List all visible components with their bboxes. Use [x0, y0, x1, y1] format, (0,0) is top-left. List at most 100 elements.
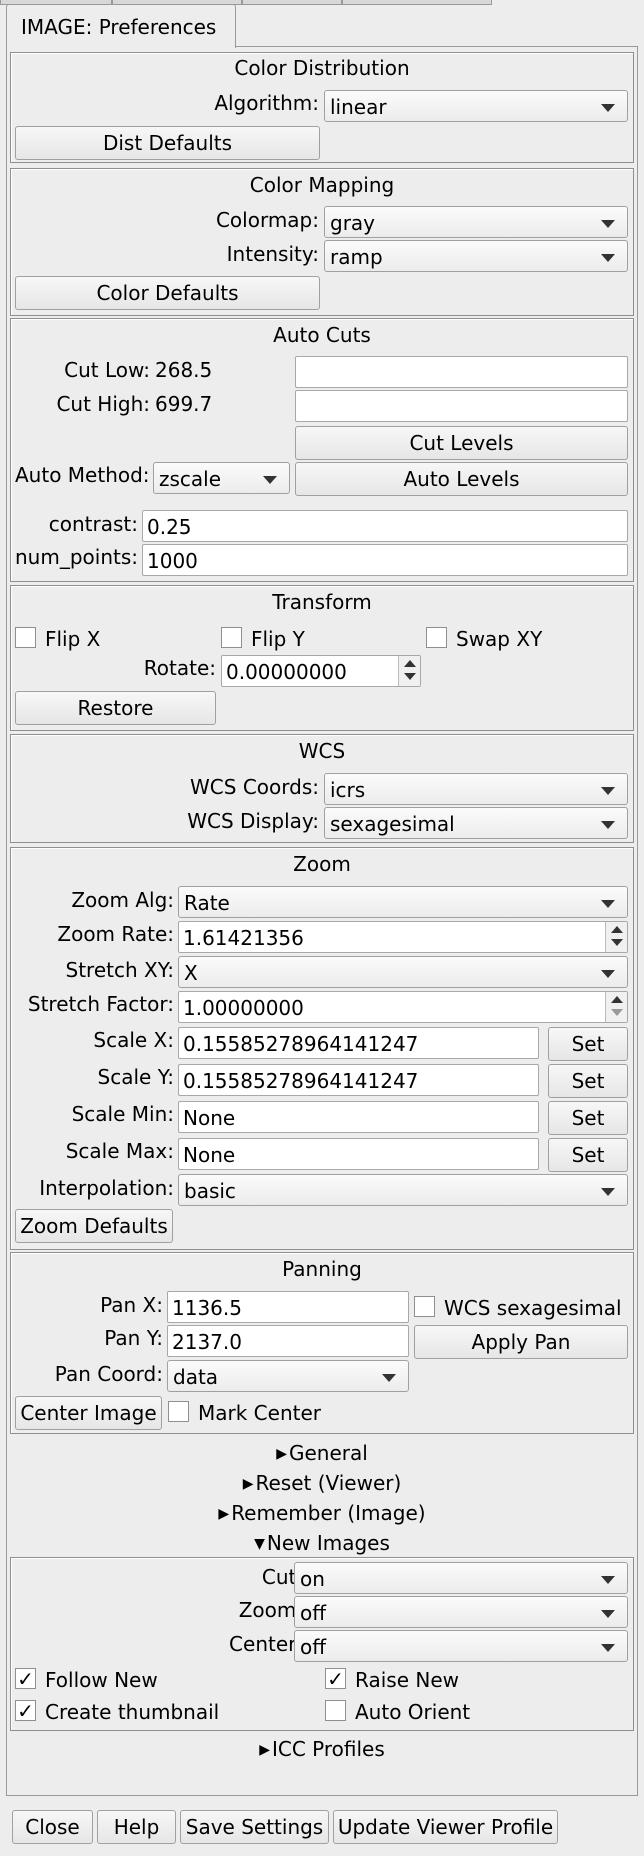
save-settings-button[interactable]: Save Settings — [180, 1810, 329, 1844]
pan-y-label: Pan Y: — [104, 1326, 163, 1350]
scale-max-value: None — [183, 1143, 236, 1167]
interpolation-value: basic — [184, 1179, 236, 1203]
help-button[interactable]: Help — [97, 1810, 176, 1844]
expander-right-icon: ▶ — [276, 1446, 287, 1462]
chevron-down-icon — [601, 970, 615, 978]
algorithm-select[interactable]: linear — [324, 90, 628, 122]
pan-x-input[interactable]: 1136.5 — [167, 1291, 409, 1323]
pan-coord-value: data — [173, 1365, 219, 1389]
contrast-input[interactable]: 0.25 — [142, 510, 628, 542]
swap-xy-checkbox[interactable] — [426, 627, 447, 648]
auto-orient-checkbox[interactable] — [325, 1700, 346, 1721]
tab-image-preferences[interactable]: IMAGE: Preferences — [6, 4, 236, 48]
center-new-value: off — [300, 1635, 327, 1659]
set-scale-max-button[interactable]: Set — [548, 1138, 628, 1172]
algorithm-value: linear — [330, 95, 387, 119]
wcs-title: WCS — [298, 739, 346, 763]
rotate-value: 0.00000000 — [226, 660, 347, 684]
scale-max-input[interactable]: None — [178, 1138, 539, 1170]
raise-new-checkbox[interactable]: ✓ — [325, 1668, 346, 1689]
zoom-alg-value: Rate — [184, 891, 230, 915]
apply-pan-button[interactable]: Apply Pan — [414, 1325, 628, 1359]
wcs-coords-select[interactable]: icrs — [324, 773, 628, 805]
expander-down-icon: ▼ — [254, 1536, 265, 1552]
scale-x-input[interactable]: 0.15585278964141247 — [178, 1027, 539, 1059]
transform-title: Transform — [272, 590, 372, 614]
center-image-button[interactable]: Center Image — [15, 1396, 162, 1430]
cut-low-input[interactable] — [295, 356, 628, 388]
auto-cuts-title: Auto Cuts — [273, 323, 371, 347]
flip-y-checkbox[interactable] — [221, 627, 242, 648]
rotate-spinbox[interactable]: 0.00000000 — [221, 655, 421, 687]
general-expander[interactable]: ▶ General — [10, 1441, 634, 1465]
wcs-sexagesimal-checkbox[interactable] — [414, 1296, 435, 1317]
flip-y-label: Flip Y — [251, 627, 305, 651]
pan-coord-select[interactable]: data — [167, 1360, 409, 1392]
create-thumbnail-label: Create thumbnail — [45, 1700, 220, 1724]
restore-button[interactable]: Restore — [15, 691, 216, 725]
spin-arrows-icon[interactable] — [605, 922, 627, 952]
zoom-rate-spinbox[interactable]: 1.61421356 — [178, 921, 628, 953]
flip-x-checkbox[interactable] — [15, 627, 36, 648]
cut-levels-button[interactable]: Cut Levels — [295, 426, 628, 460]
tab-strip: IMAGE: Preferences — [0, 0, 644, 48]
new-images-expander-label: New Images — [266, 1531, 390, 1555]
scale-min-label: Scale Min: — [71, 1102, 174, 1126]
stretch-xy-select[interactable]: X — [178, 956, 628, 988]
swap-xy-label: Swap XY — [456, 627, 543, 651]
dist-defaults-button[interactable]: Dist Defaults — [15, 126, 320, 160]
colormap-value: gray — [330, 211, 376, 235]
zoom-rate-value: 1.61421356 — [183, 926, 304, 950]
color-defaults-button[interactable]: Color Defaults — [15, 276, 320, 310]
mark-center-checkbox[interactable] — [168, 1401, 189, 1422]
colormap-select[interactable]: gray — [324, 206, 628, 238]
cut-new-select[interactable]: on — [294, 1562, 628, 1594]
reset-viewer-expander-label: Reset (Viewer) — [255, 1471, 402, 1495]
tab-hidden-4[interactable] — [342, 0, 492, 5]
zoom-new-value: off — [300, 1601, 327, 1625]
cut-new-value: on — [300, 1567, 325, 1591]
stretch-factor-spinbox[interactable]: 1.00000000 — [178, 991, 628, 1023]
wcs-display-select[interactable]: sexagesimal — [324, 807, 628, 839]
cut-high-input[interactable] — [295, 390, 628, 422]
set-scale-min-button[interactable]: Set — [548, 1101, 628, 1135]
set-scale-y-button[interactable]: Set — [548, 1064, 628, 1098]
pan-coord-label: Pan Coord: — [54, 1362, 163, 1386]
auto-levels-button[interactable]: Auto Levels — [295, 462, 628, 496]
new-images-expander[interactable]: ▼ New Images — [10, 1531, 634, 1555]
num-points-label: num_points: — [15, 545, 138, 569]
color-distribution-title: Color Distribution — [234, 56, 410, 80]
create-thumbnail-checkbox[interactable]: ✓ — [15, 1700, 36, 1721]
zoom-defaults-button[interactable]: Zoom Defaults — [15, 1209, 173, 1243]
expander-right-icon: ▶ — [218, 1506, 230, 1522]
scale-y-input[interactable]: 0.15585278964141247 — [178, 1064, 539, 1096]
center-new-select[interactable]: off — [294, 1630, 628, 1662]
set-scale-x-button[interactable]: Set — [548, 1027, 628, 1061]
update-viewer-profile-button[interactable]: Update Viewer Profile — [333, 1810, 558, 1844]
interpolation-select[interactable]: basic — [178, 1174, 628, 1206]
wcs-coords-label: WCS Coords: — [190, 775, 319, 799]
scale-y-value: 0.15585278964141247 — [183, 1069, 419, 1093]
zoom-alg-select[interactable]: Rate — [178, 886, 628, 918]
general-expander-label: General — [288, 1441, 368, 1465]
pan-y-input[interactable]: 2137.0 — [167, 1325, 409, 1357]
contrast-label: contrast: — [48, 512, 138, 536]
contrast-value: 0.25 — [147, 515, 192, 539]
reset-viewer-expander[interactable]: ▶ Reset (Viewer) — [10, 1471, 634, 1495]
wcs-display-label: WCS Display: — [187, 809, 319, 833]
spin-arrows-icon[interactable] — [605, 992, 627, 1022]
num-points-input[interactable]: 1000 — [142, 544, 628, 576]
wcs-coords-value: icrs — [330, 778, 366, 802]
icc-profiles-expander[interactable]: ▶ ICC Profiles — [10, 1737, 634, 1761]
intensity-select[interactable]: ramp — [324, 240, 628, 272]
remember-image-expander[interactable]: ▶ Remember (Image) — [10, 1501, 634, 1525]
tab-hidden-3[interactable] — [242, 0, 342, 5]
cut-low-value: 268.5 — [155, 358, 213, 382]
spin-arrows-icon[interactable] — [398, 656, 420, 686]
zoom-new-select[interactable]: off — [294, 1596, 628, 1628]
close-button[interactable]: Close — [12, 1810, 93, 1844]
auto-method-select[interactable]: zscale — [153, 462, 290, 494]
scale-min-input[interactable]: None — [178, 1101, 539, 1133]
colormap-label: Colormap: — [215, 208, 319, 232]
follow-new-checkbox[interactable]: ✓ — [15, 1668, 36, 1689]
